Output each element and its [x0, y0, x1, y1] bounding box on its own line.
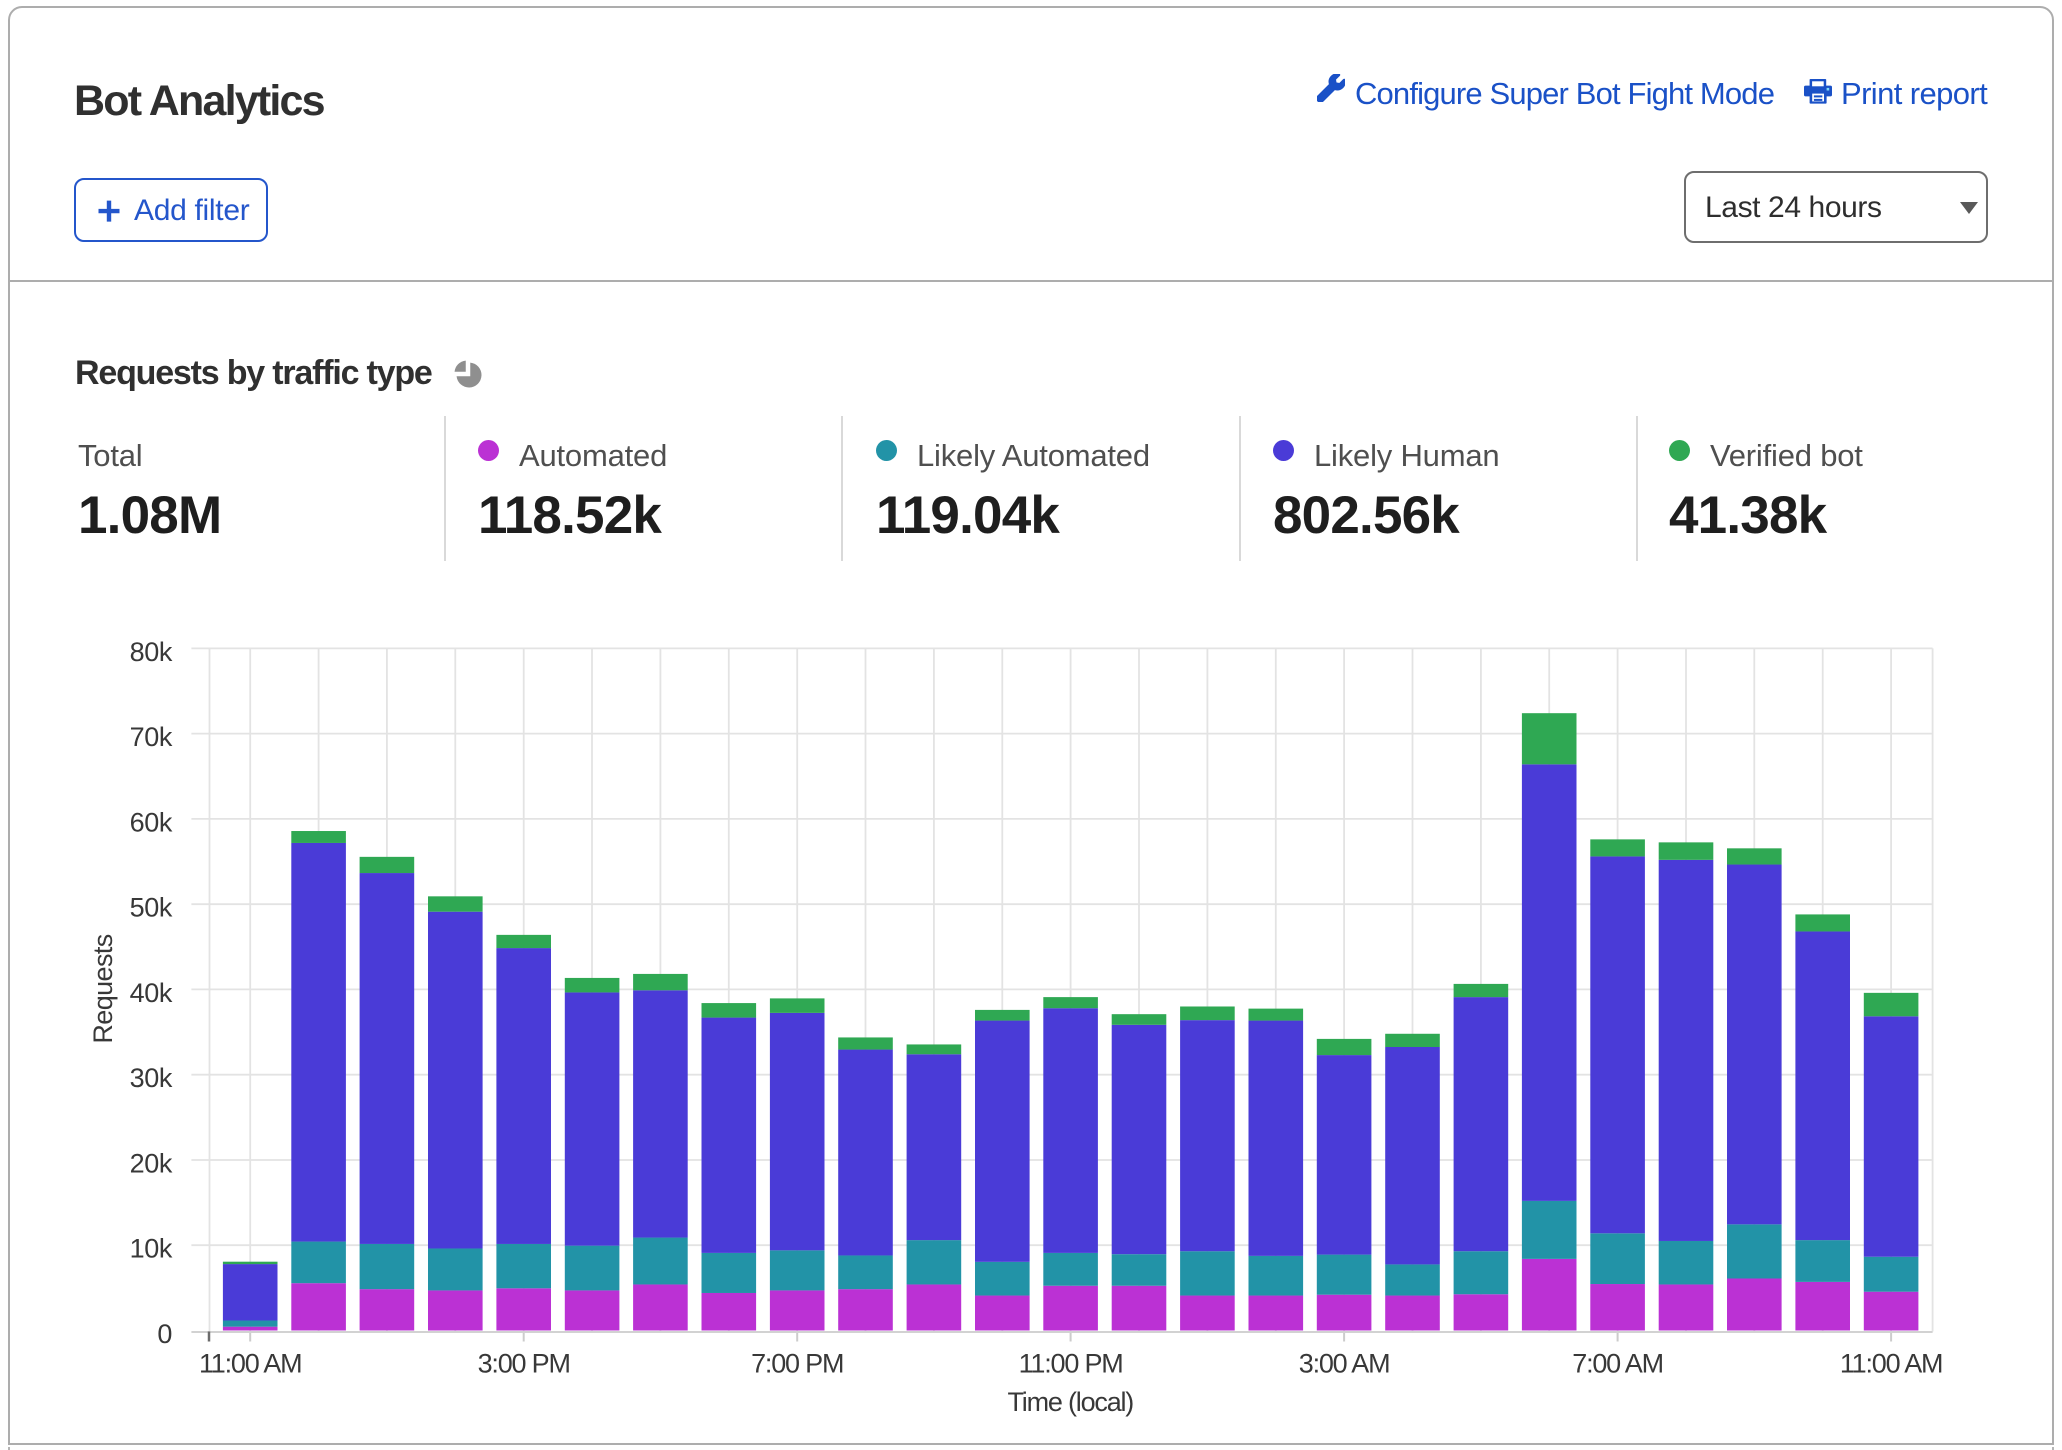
svg-text:11:00 AM: 11:00 AM	[199, 1349, 301, 1379]
svg-text:11:00 PM: 11:00 PM	[1019, 1349, 1123, 1379]
svg-text:40k: 40k	[130, 978, 173, 1008]
svg-text:Time (local): Time (local)	[1007, 1387, 1133, 1417]
svg-text:50k: 50k	[130, 893, 173, 923]
svg-text:3:00 PM: 3:00 PM	[478, 1349, 570, 1379]
svg-text:10k: 10k	[130, 1234, 173, 1264]
svg-text:70k: 70k	[130, 722, 173, 752]
svg-text:Requests: Requests	[88, 934, 118, 1043]
svg-text:20k: 20k	[130, 1149, 173, 1179]
svg-text:80k: 80k	[130, 637, 173, 667]
svg-text:11:00 AM: 11:00 AM	[1840, 1349, 1942, 1379]
svg-text:0: 0	[157, 1319, 172, 1349]
svg-text:30k: 30k	[130, 1063, 173, 1093]
svg-text:7:00 AM: 7:00 AM	[1572, 1349, 1663, 1379]
svg-text:7:00 PM: 7:00 PM	[751, 1349, 843, 1379]
svg-text:3:00 AM: 3:00 AM	[1299, 1349, 1390, 1379]
svg-text:60k: 60k	[130, 807, 173, 837]
